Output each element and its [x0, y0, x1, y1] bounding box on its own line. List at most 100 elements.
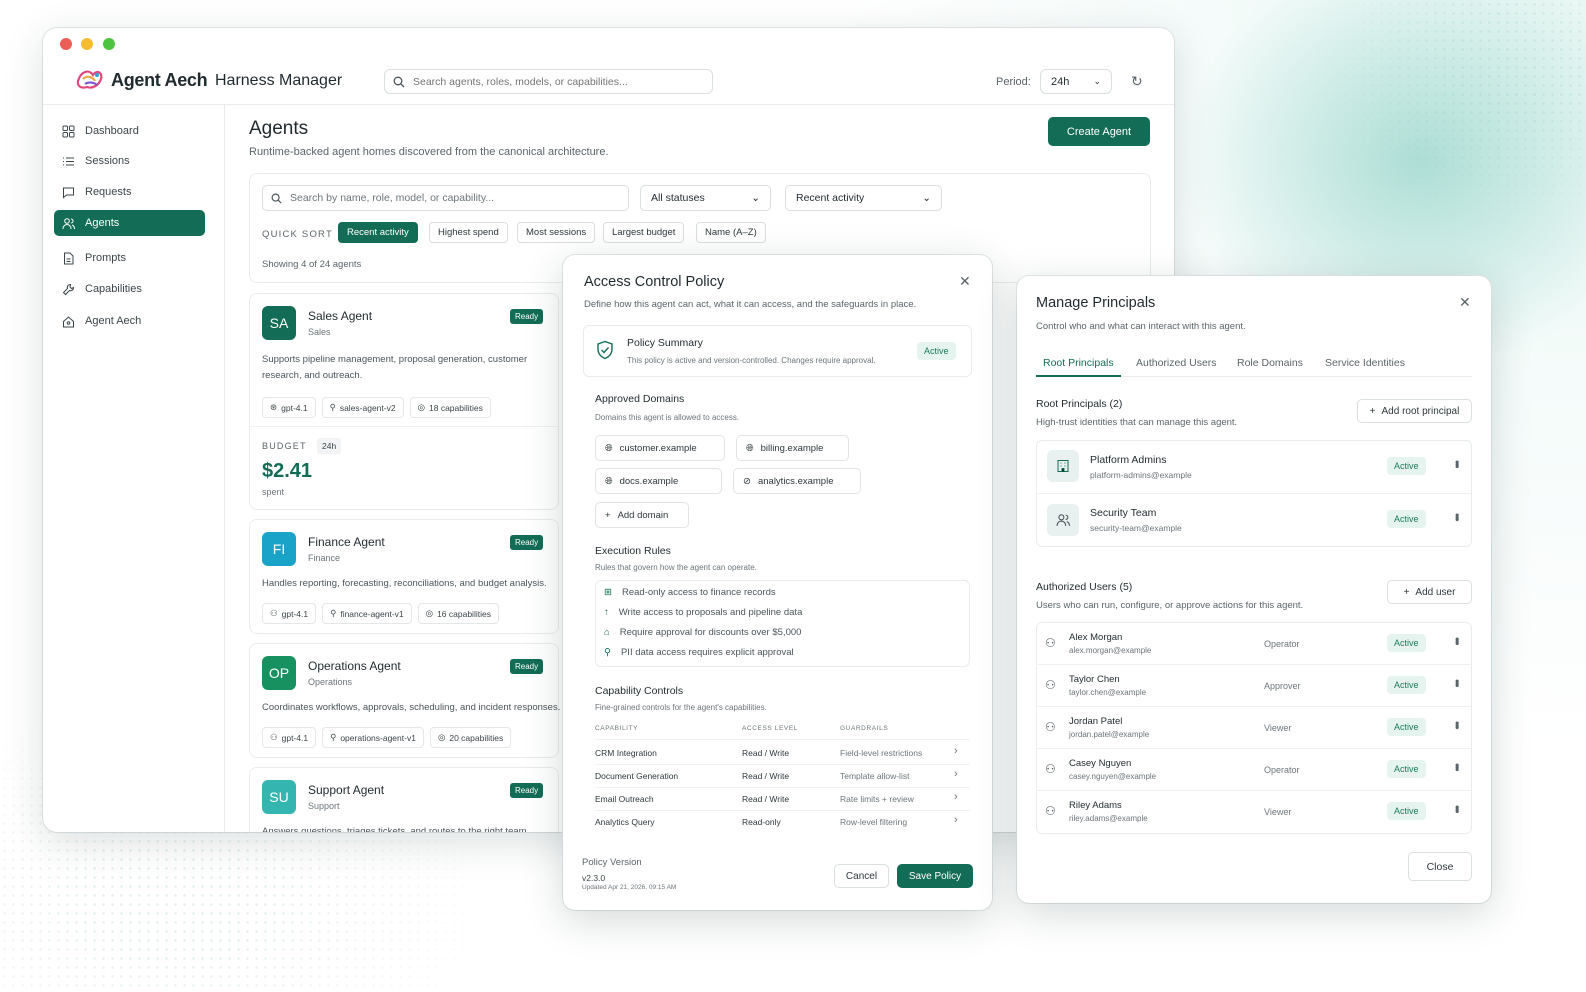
- minimize-traffic-light[interactable]: [81, 38, 93, 50]
- capability-controls-title: Capability Controls: [595, 685, 684, 697]
- root-principals-title: Root Principals (2): [1036, 398, 1123, 410]
- add-root-principal-button[interactable]: + Add root principal: [1357, 399, 1472, 423]
- chip-highest-spend[interactable]: Highest spend: [429, 222, 508, 243]
- divider: [595, 739, 970, 740]
- slug-tag: ⚲ sales-agent-v2: [321, 397, 404, 418]
- user-icon: ⚇: [1045, 762, 1056, 776]
- close-icon[interactable]: ✕: [1459, 294, 1471, 311]
- brand[interactable]: Agent Aech: [75, 67, 208, 93]
- rule-text: Write access to proposals and pipeline d…: [618, 607, 803, 618]
- quick-sort-label: QUICK SORT: [262, 229, 333, 240]
- status-badge: Active: [1387, 457, 1426, 475]
- rule-item: ⊞ Read-only access to finance records: [604, 587, 776, 598]
- chip-name-az[interactable]: Name (A–Z): [696, 222, 766, 243]
- agent-description: Answers questions, triages tickets, and …: [262, 826, 530, 832]
- add-domain-button[interactable]: + Add domain: [595, 502, 689, 528]
- sidebar-item-requests[interactable]: Requests: [54, 179, 205, 205]
- page-header: Agents Runtime-backed agent homes discov…: [249, 118, 609, 158]
- globe-icon: 🌐︎: [746, 442, 754, 454]
- divider: [250, 426, 558, 427]
- access-level: Read / Write: [742, 748, 790, 758]
- chip-largest-budget[interactable]: Largest budget: [603, 222, 685, 243]
- tab-authorized-users[interactable]: Authorized Users: [1136, 357, 1217, 369]
- status-select[interactable]: All statuses ⌄: [640, 185, 771, 211]
- approved-domains-subtitle: Domains this agent is allowed to access.: [595, 413, 740, 422]
- more-options-icon[interactable]: •••: [1450, 763, 1464, 770]
- sort-select[interactable]: Recent activity ⌄: [785, 185, 942, 211]
- user-email: jordan.patel@example: [1069, 730, 1150, 739]
- tab-service-identities[interactable]: Service Identities: [1325, 357, 1405, 369]
- chevron-right-icon[interactable]: ›: [954, 768, 958, 780]
- chevron-right-icon[interactable]: ›: [954, 814, 958, 826]
- save-policy-button[interactable]: Save Policy: [897, 864, 973, 888]
- more-options-icon[interactable]: •••: [1450, 513, 1464, 520]
- status-badge: Active: [1387, 676, 1426, 694]
- tab-role-domains[interactable]: Role Domains: [1237, 357, 1303, 369]
- domain-chip[interactable]: 🌐︎ billing.example: [736, 435, 849, 461]
- more-options-icon[interactable]: •••: [1450, 679, 1464, 686]
- globe-icon: 🌐︎: [605, 442, 613, 454]
- page-title: Agents: [249, 118, 309, 139]
- domain-chip[interactable]: 🌐︎ customer.example: [595, 435, 725, 461]
- domain-label: billing.example: [760, 442, 824, 454]
- close-icon[interactable]: ✕: [959, 273, 971, 290]
- add-user-button[interactable]: + Add user: [1387, 580, 1472, 604]
- agent-card-finance[interactable]: FI Finance Agent Finance Ready Handles r…: [249, 519, 559, 634]
- policy-version-label: Policy Version: [582, 857, 642, 868]
- user-email: casey.nguyen@example: [1069, 772, 1157, 781]
- chip-recent-activity[interactable]: Recent activity: [338, 222, 418, 243]
- slug-tag: ⚲ operations-agent-v1: [322, 727, 424, 748]
- sidebar-item-capabilities[interactable]: Capabilities: [54, 276, 205, 302]
- close-traffic-light[interactable]: [60, 38, 72, 50]
- domain-chip[interactable]: 🌐︎ docs.example: [595, 468, 722, 494]
- agent-card-operations[interactable]: OP Operations Agent Operations Ready Coo…: [249, 643, 560, 758]
- more-options-icon[interactable]: •••: [1450, 637, 1464, 644]
- agent-tags: ⚇ gpt-4.1 ⚲ operations-agent-v1 ◎ 20 capabi…: [262, 727, 512, 748]
- agent-card-sales[interactable]: SA Sales Agent Sales Ready Supports pipe…: [249, 293, 559, 510]
- capabilities-tag: ◎ 18 capabilities: [409, 397, 491, 418]
- agent-search-placeholder: Search by name, role, model, or capabili…: [290, 192, 495, 204]
- model-label: gpt-4.1: [281, 608, 309, 619]
- building-icon: [1047, 450, 1079, 482]
- arrow-up-icon: ↑: [604, 607, 609, 618]
- agent-description: Supports pipeline management, proposal g…: [262, 354, 528, 381]
- tab-root-principals[interactable]: Root Principals: [1043, 357, 1114, 369]
- more-options-icon[interactable]: •••: [1450, 721, 1464, 728]
- lock-icon: ⊞: [604, 587, 612, 598]
- user-role: Operator: [1264, 639, 1300, 649]
- user-name: Taylor Chen: [1069, 674, 1120, 685]
- sidebar-item-agent-aech[interactable]: Agent Aech: [54, 308, 205, 334]
- domain-chip[interactable]: ⊘ analytics.example: [733, 468, 861, 494]
- period-select[interactable]: 24h ⌄: [1040, 69, 1112, 94]
- sidebar-item-agents[interactable]: Agents: [54, 210, 205, 236]
- capability-name: Document Generation: [595, 771, 679, 781]
- capabilities-tag: ◎ 16 capabilities: [417, 603, 499, 624]
- chevron-down-icon: ⌄: [922, 192, 931, 204]
- global-search[interactable]: [384, 69, 713, 94]
- status-badge: Ready: [510, 659, 544, 674]
- more-options-icon[interactable]: •••: [1450, 460, 1464, 467]
- refresh-icon[interactable]: ↻: [1131, 73, 1143, 90]
- sidebar-item-dashboard[interactable]: Dashboard: [54, 118, 205, 144]
- agent-role: Finance: [308, 553, 341, 563]
- capabilities-label: 18 capabilities: [429, 402, 483, 413]
- access-level: Read-only: [742, 817, 781, 827]
- agent-search-input[interactable]: Search by name, role, model, or capabili…: [262, 185, 629, 211]
- chip-most-sessions[interactable]: Most sessions: [517, 222, 596, 243]
- cancel-button[interactable]: Cancel: [834, 864, 889, 888]
- global-search-input[interactable]: [413, 75, 693, 88]
- sidebar-item-sessions[interactable]: Sessions: [54, 148, 205, 174]
- close-button[interactable]: Close: [1408, 852, 1472, 881]
- guardrail: Field-level restrictions: [840, 748, 923, 758]
- sidebar-item-prompts[interactable]: Prompts: [54, 245, 205, 271]
- create-agent-button[interactable]: Create Agent: [1048, 117, 1150, 146]
- chevron-right-icon[interactable]: ›: [954, 791, 958, 803]
- user-icon: ⚇: [1045, 636, 1056, 650]
- chevron-right-icon[interactable]: ›: [954, 745, 958, 757]
- grid-icon: [62, 125, 75, 137]
- maximize-traffic-light[interactable]: [103, 38, 115, 50]
- agent-card-support[interactable]: SU Support Agent Support Ready Answers q…: [249, 767, 559, 832]
- agent-role: Operations: [308, 677, 353, 687]
- divider: [595, 787, 970, 788]
- more-options-icon[interactable]: •••: [1450, 805, 1464, 812]
